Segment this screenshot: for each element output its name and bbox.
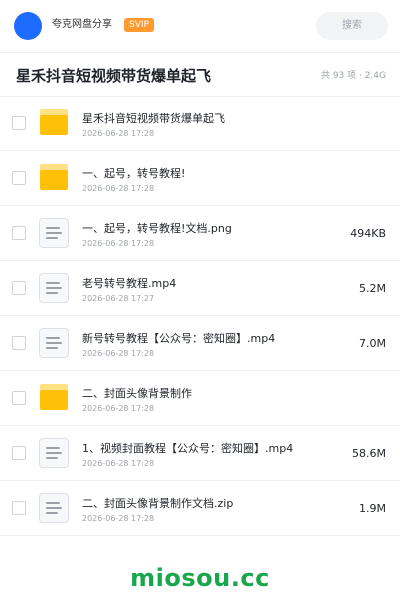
share-summary: 共 93 项 · 2.4G (320, 71, 386, 81)
page-title: 星禾抖音短视频带货爆单起飞 (16, 67, 212, 85)
search-input[interactable]: 搜索 (316, 12, 388, 40)
share-page: 夸克网盘分享 SVIP 搜索 星禾抖音短视频带货爆单起飞 共 93 项 · 2.… (0, 0, 400, 600)
list-item[interactable]: 一、起号，转号教程! 2026-06-28 17:28 (0, 151, 400, 206)
file-date: 2026-06-28 17:28 (82, 349, 155, 358)
file-name[interactable]: 老号转号教程.mp4 (82, 277, 176, 291)
file-date: 2026-06-28 17:28 (82, 184, 155, 193)
file-icon (38, 272, 70, 304)
select-checkbox[interactable] (12, 446, 26, 460)
folder-icon (38, 107, 70, 139)
file-size: 494KB (350, 227, 386, 240)
file-date: 2026-06-28 17:28 (82, 239, 155, 248)
file-name[interactable]: 1、视频封面教程【公众号：密知圈】.mp4 (82, 442, 293, 456)
file-date: 2026-06-28 17:27 (82, 294, 155, 303)
file-date: 2026-06-28 17:28 (82, 404, 155, 413)
file-name[interactable]: 星禾抖音短视频带货爆单起飞 (82, 112, 225, 126)
file-size: 58.6M (352, 447, 386, 460)
select-checkbox[interactable] (12, 116, 26, 130)
folder-icon (38, 382, 70, 414)
file-size: 7.0M (359, 337, 386, 350)
list-item[interactable]: 星禾抖音短视频带货爆单起飞 2026-06-28 17:28 (0, 96, 400, 151)
select-checkbox[interactable] (12, 391, 26, 405)
file-date: 2026-06-28 17:28 (82, 514, 155, 523)
svip-badge: SVIP (124, 18, 154, 32)
file-icon (38, 217, 70, 249)
list-item[interactable]: 新号转号教程【公众号：密知圈】.mp4 2026-06-28 17:28 7.0M (0, 316, 400, 371)
list-item[interactable]: 老号转号教程.mp4 2026-06-28 17:27 5.2M (0, 261, 400, 316)
file-icon (38, 492, 70, 524)
file-name[interactable]: 一、起号，转号教程! (82, 167, 185, 181)
file-name[interactable]: 二、封面头像背景制作文档.zip (82, 497, 233, 511)
folder-icon (38, 162, 70, 194)
select-checkbox[interactable] (12, 281, 26, 295)
file-icon (38, 327, 70, 359)
select-checkbox[interactable] (12, 171, 26, 185)
file-name[interactable]: 一、起号，转号教程!文档.png (82, 222, 232, 236)
file-name[interactable]: 二、封面头像背景制作 (82, 387, 192, 401)
file-size: 5.2M (359, 282, 386, 295)
select-checkbox[interactable] (12, 501, 26, 515)
select-checkbox[interactable] (12, 226, 26, 240)
avatar[interactable] (14, 12, 42, 40)
watermark: miosou.cc (130, 564, 270, 592)
top-bar: 夸克网盘分享 SVIP 搜索 (0, 0, 400, 53)
file-icon (38, 437, 70, 469)
file-date: 2026-06-28 17:28 (82, 459, 155, 468)
select-checkbox[interactable] (12, 336, 26, 350)
list-item[interactable]: 二、封面头像背景制作文档.zip 2026-06-28 17:28 1.9M (0, 481, 400, 536)
list-item[interactable]: 一、起号，转号教程!文档.png 2026-06-28 17:28 494KB (0, 206, 400, 261)
file-size: 1.9M (359, 502, 386, 515)
list-item[interactable]: 1、视频封面教程【公众号：密知圈】.mp4 2026-06-28 17:28 58.… (0, 426, 400, 481)
list-item[interactable]: 二、封面头像背景制作 2026-06-28 17:28 (0, 371, 400, 426)
file-list: 星禾抖音短视频带货爆单起飞 2026-06-28 17:28 一、起号，转号教程! 2… (0, 96, 400, 536)
file-name[interactable]: 新号转号教程【公众号：密知圈】.mp4 (82, 332, 275, 346)
app-name: 夸克网盘分享 (52, 19, 112, 30)
file-date: 2026-06-28 17:28 (82, 129, 155, 138)
